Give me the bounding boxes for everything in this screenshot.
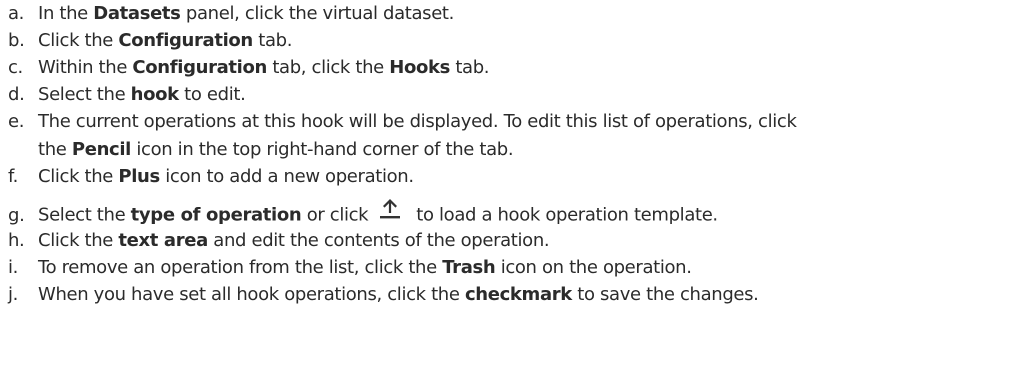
step-text: icon in the top right-hand corner of the… bbox=[131, 139, 514, 160]
step-marker: f. bbox=[8, 166, 19, 187]
step-text: Click the bbox=[38, 30, 119, 51]
step-marker: j. bbox=[8, 284, 19, 305]
step-text: The current operations at this hook will… bbox=[38, 111, 797, 132]
step-e: e. The current operations at this hook wi… bbox=[8, 108, 1020, 164]
step-marker: b. bbox=[8, 30, 25, 51]
step-text: Select the bbox=[38, 204, 131, 226]
step-i: i. To remove an operation from the list, … bbox=[8, 254, 1020, 282]
step-f: f. Click the Plus icon to add a new opera… bbox=[8, 163, 1020, 191]
step-text: the bbox=[38, 139, 72, 160]
step-text: to save the changes. bbox=[571, 284, 759, 305]
step-bold: type of operation bbox=[130, 204, 302, 226]
step-text: Click the bbox=[38, 230, 119, 251]
step-marker: c. bbox=[8, 57, 23, 78]
step-text: Within the bbox=[38, 57, 133, 78]
step-text: panel, click the virtual dataset. bbox=[180, 3, 455, 24]
step-text: In the bbox=[38, 3, 94, 24]
step-bold: hook bbox=[130, 84, 179, 105]
step-bold: Datasets bbox=[93, 3, 181, 24]
step-a: a. In the Datasets panel, click the virtu… bbox=[8, 0, 1020, 28]
step-text: When you have set all hook operations, c… bbox=[38, 284, 465, 305]
step-text: tab, click the bbox=[266, 57, 390, 78]
step-c: c. Within the Configuration tab, click th… bbox=[8, 54, 1020, 82]
step-bold: Pencil bbox=[71, 139, 131, 160]
step-marker: g. bbox=[8, 204, 25, 226]
step-text: Select the bbox=[38, 84, 131, 105]
step-bold: checkmark bbox=[464, 284, 572, 305]
step-bold: Configuration bbox=[132, 57, 267, 78]
step-bold: Trash bbox=[442, 257, 496, 278]
step-text: to load a hook operation template. bbox=[416, 204, 718, 226]
upload-icon bbox=[378, 196, 402, 229]
step-marker: e. bbox=[8, 111, 25, 132]
step-bold: text area bbox=[118, 230, 208, 251]
step-text: To remove an operation from the list, cl… bbox=[38, 257, 443, 278]
step-text: tab. bbox=[449, 57, 490, 78]
step-text: or click bbox=[301, 204, 369, 226]
step-text: Click the bbox=[38, 166, 119, 187]
step-text: icon to add a new operation. bbox=[159, 166, 414, 187]
step-marker: h. bbox=[8, 230, 25, 251]
step-bold: Hooks bbox=[389, 57, 450, 78]
step-bold: Plus bbox=[118, 166, 160, 187]
step-bold: Configuration bbox=[118, 30, 253, 51]
step-marker: a. bbox=[8, 3, 25, 24]
step-text: to edit. bbox=[178, 84, 246, 105]
step-marker: i. bbox=[8, 257, 19, 278]
step-h: h. Click the text area and edit the conte… bbox=[8, 227, 1020, 255]
step-continuation: the Pencil icon in the top right-hand co… bbox=[8, 136, 1020, 164]
step-text: icon on the operation. bbox=[495, 257, 692, 278]
step-text: and edit the contents of the operation. bbox=[207, 230, 550, 251]
step-marker: d. bbox=[8, 84, 25, 105]
step-text: tab. bbox=[252, 30, 293, 51]
step-d: d. Select the hook to edit. bbox=[8, 81, 1020, 109]
step-b: b. Click the Configuration tab. bbox=[8, 27, 1020, 55]
step-j: j. When you have set all hook operations,… bbox=[8, 281, 1020, 309]
